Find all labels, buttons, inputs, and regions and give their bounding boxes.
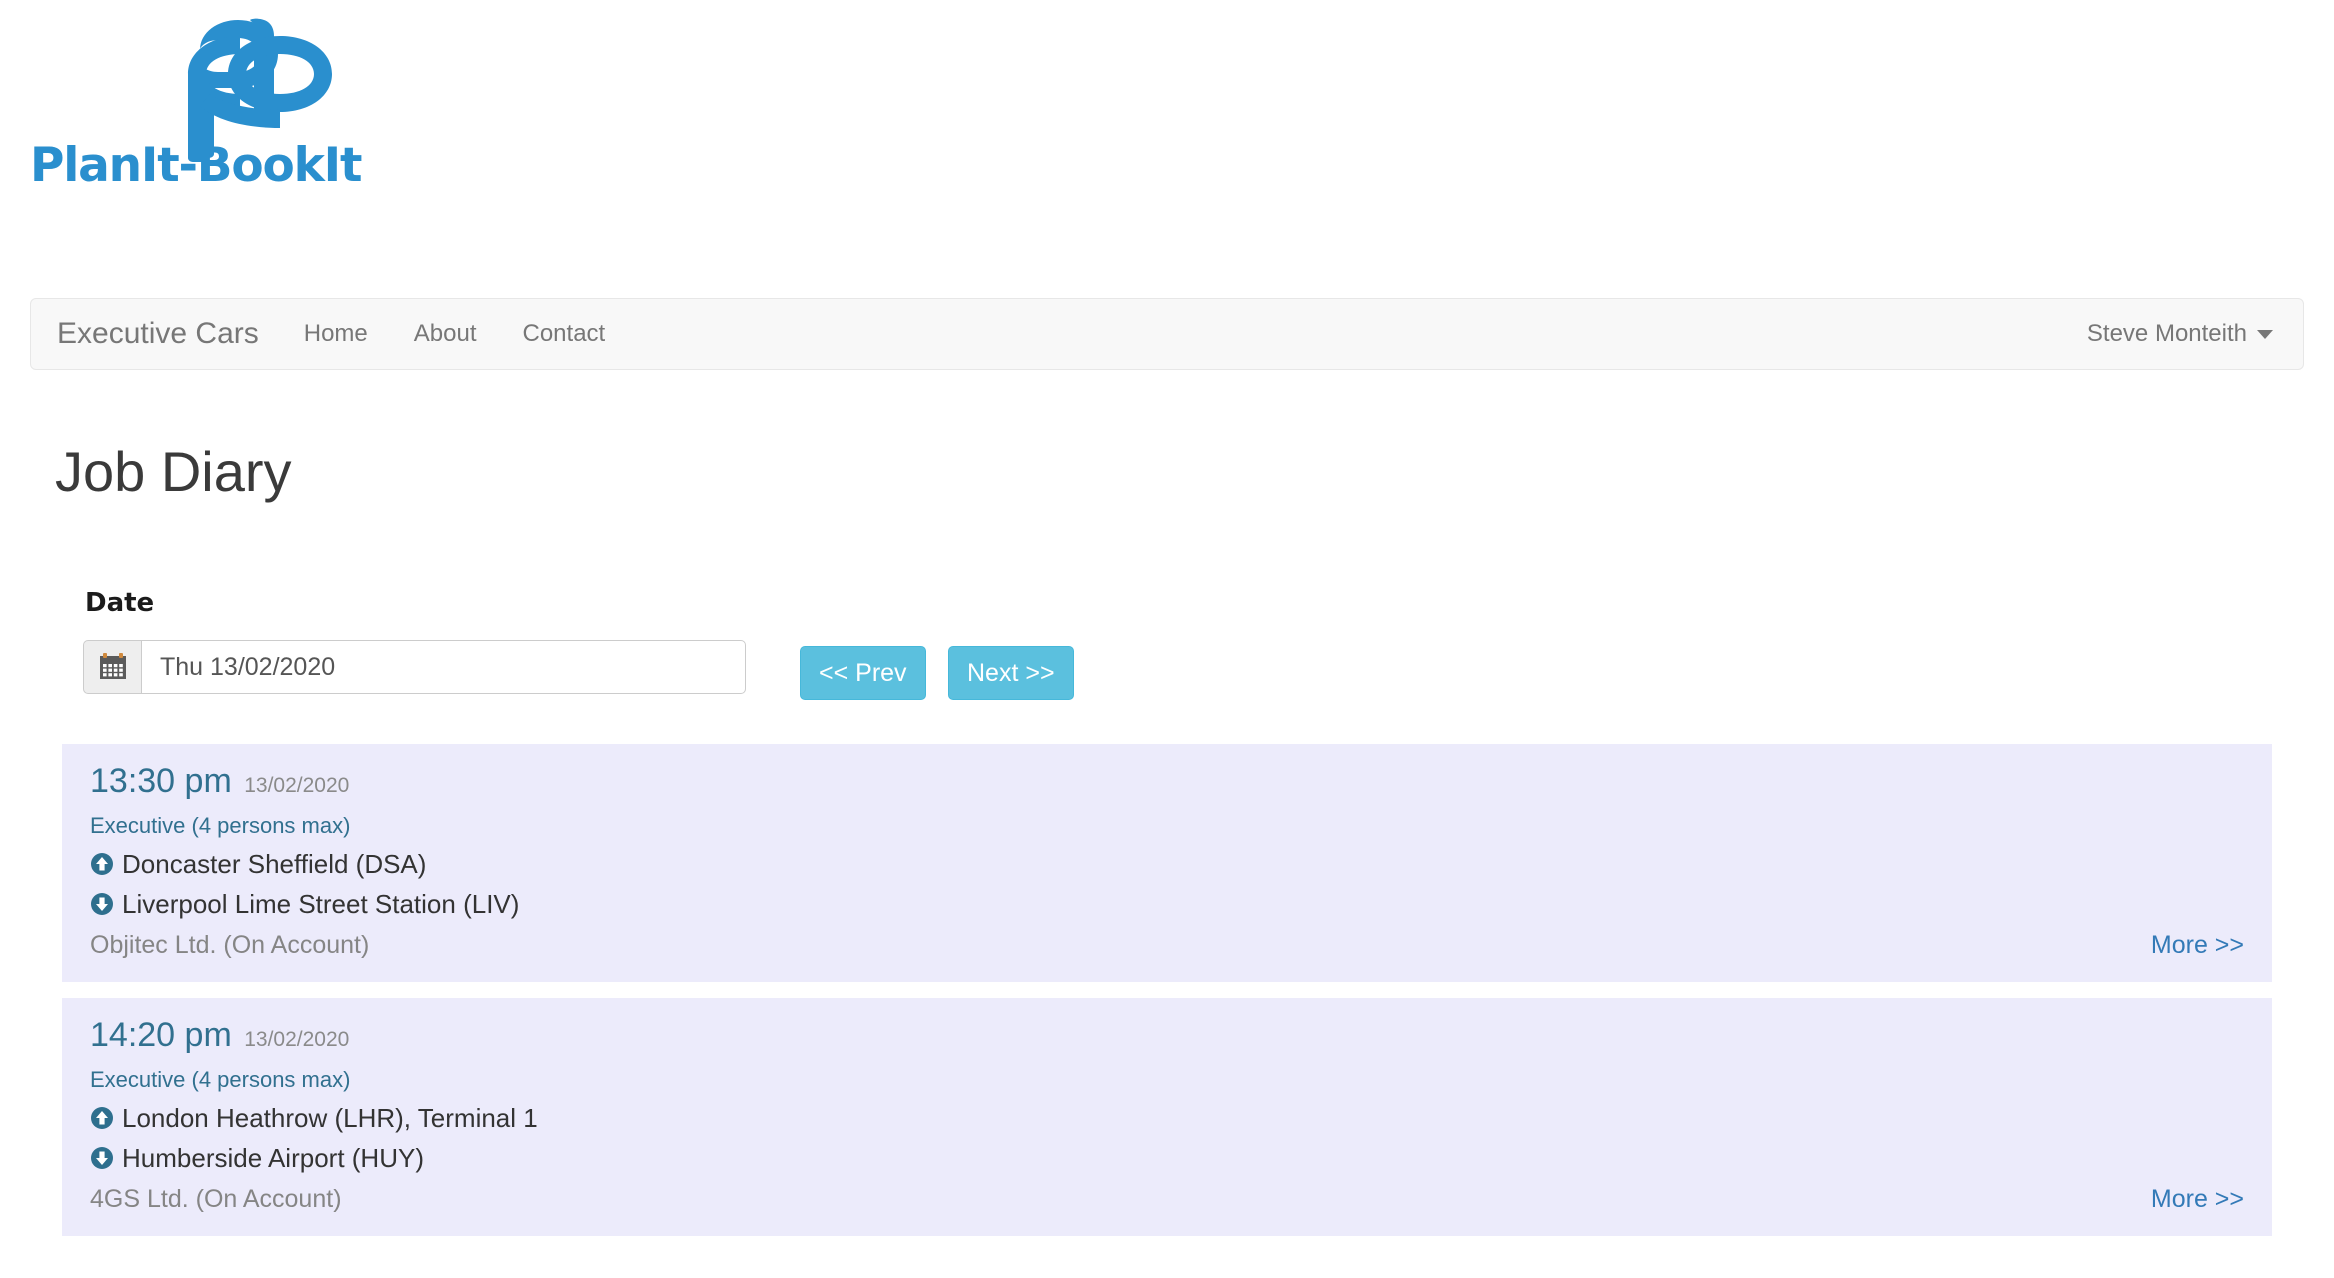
main-navbar: Executive Cars Home About Contact Steve …: [30, 298, 2304, 370]
job-dropoff: Liverpool Lime Street Station (LIV): [90, 891, 2244, 917]
nav-link-about[interactable]: About: [391, 322, 500, 346]
job-dropoff: Humberside Airport (HUY): [90, 1145, 2244, 1171]
job-card[interactable]: 13:30 pm 13/02/2020 Executive (4 persons…: [62, 744, 2272, 982]
date-input-group: [83, 640, 746, 694]
job-more-link[interactable]: More >>: [2151, 1185, 2244, 1214]
date-input[interactable]: [141, 640, 746, 694]
job-datetime: 13:30 pm 13/02/2020: [90, 764, 2244, 798]
job-date: 13/02/2020: [244, 1028, 350, 1051]
job-client: Objitec Ltd. (On Account): [90, 931, 370, 959]
nav-link-home[interactable]: Home: [281, 322, 391, 346]
job-vehicle-type: Executive (4 persons max): [90, 1067, 351, 1092]
job-datetime: 14:20 pm 13/02/2020: [90, 1018, 2244, 1052]
nav-link-contact[interactable]: Contact: [500, 322, 629, 346]
user-menu[interactable]: Steve Monteith: [2087, 320, 2303, 348]
arrow-up-circle-icon: [90, 1106, 114, 1130]
site-logo[interactable]: PlanIt-BookIt: [30, 18, 500, 208]
calendar-icon[interactable]: [83, 640, 141, 694]
job-footer: 4GS Ltd. (On Account) More >>: [90, 1185, 2244, 1214]
job-date: 13/02/2020: [244, 774, 350, 797]
job-pickup-label: London Heathrow (LHR), Terminal 1: [122, 1103, 538, 1133]
job-time: 14:20 pm: [90, 1016, 232, 1054]
job-footer: Objitec Ltd. (On Account) More >>: [90, 931, 2244, 960]
prev-day-button[interactable]: << Prev: [800, 646, 926, 700]
job-card[interactable]: 14:20 pm 13/02/2020 Executive (4 persons…: [62, 998, 2272, 1236]
arrow-up-circle-icon: [90, 852, 114, 876]
job-pickup: Doncaster Sheffield (DSA): [90, 851, 2244, 877]
page-title: Job Diary: [55, 440, 292, 503]
job-pickup: London Heathrow (LHR), Terminal 1: [90, 1105, 2244, 1131]
arrow-down-circle-icon: [90, 1146, 114, 1170]
job-more-link[interactable]: More >>: [2151, 931, 2244, 960]
arrow-down-circle-icon: [90, 892, 114, 916]
job-dropoff-label: Humberside Airport (HUY): [122, 1143, 424, 1173]
job-dropoff-label: Liverpool Lime Street Station (LIV): [122, 889, 520, 919]
chevron-down-icon: [2257, 329, 2273, 339]
job-time: 13:30 pm: [90, 762, 232, 800]
user-menu-label: Steve Monteith: [2086, 320, 2247, 347]
job-vehicle-type: Executive (4 persons max): [90, 813, 351, 838]
date-field-label: Date: [85, 588, 155, 618]
job-pickup-label: Doncaster Sheffield (DSA): [122, 849, 427, 879]
next-day-button[interactable]: Next >>: [948, 646, 1074, 700]
job-list: 13:30 pm 13/02/2020 Executive (4 persons…: [62, 744, 2272, 1252]
navbar-brand[interactable]: Executive Cars: [31, 319, 281, 349]
logo-wordmark: PlanIt-BookIt: [30, 138, 362, 193]
job-client: 4GS Ltd. (On Account): [90, 1185, 342, 1213]
